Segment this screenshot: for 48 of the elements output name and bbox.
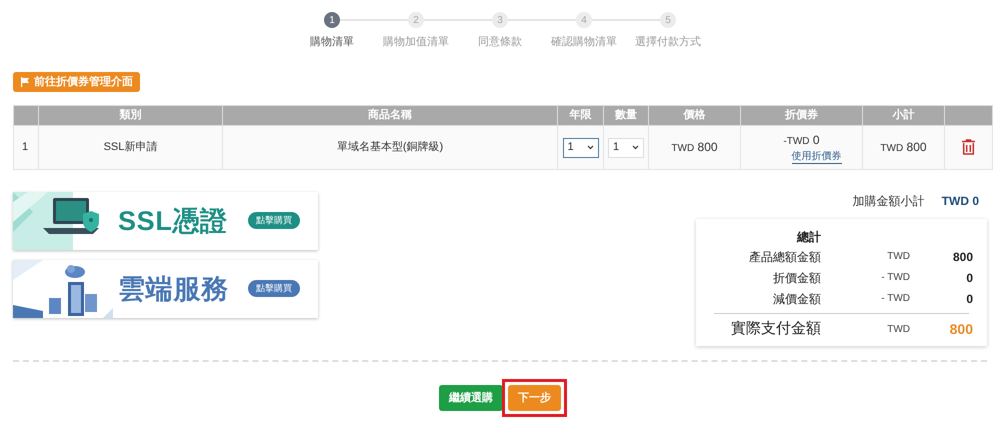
- trash-icon[interactable]: [962, 139, 975, 156]
- coupon-amount: -TWD 0: [782, 134, 821, 148]
- subtotal-text: TWD 800: [880, 140, 927, 154]
- continue-shopping-button[interactable]: 繼續選購: [439, 385, 503, 411]
- caret-icon: [586, 145, 594, 150]
- column-header: [14, 106, 38, 126]
- column-header: 折價券: [740, 106, 862, 126]
- summary-value: 0: [965, 290, 974, 308]
- select-field[interactable]: 1: [562, 138, 598, 158]
- next-button[interactable]: 下一步: [508, 385, 561, 412]
- buy-button[interactable]: 點擊購買: [248, 280, 300, 297]
- banner-card[interactable]: 雲端服務 點擊購買: [13, 260, 318, 318]
- addon-subtotal-label: 加購金額小計: [852, 193, 925, 210]
- summary-value: 800: [952, 248, 974, 266]
- currency-text: TWD: [886, 250, 910, 264]
- summary-label: 產品總額金額: [748, 248, 821, 266]
- coupon-manage-button[interactable]: 前往折價券管理介面: [13, 72, 140, 92]
- summary-value: 0: [965, 270, 974, 286]
- summary-label: 折價金額: [772, 270, 821, 286]
- summary-value: 800: [948, 320, 974, 338]
- column-header: 商品名稱: [222, 106, 558, 126]
- column-header: 類別: [38, 106, 222, 126]
- table-cell: 1: [14, 126, 38, 170]
- caret-icon: [632, 145, 639, 150]
- step-label: 購物加值清單: [383, 35, 449, 50]
- summary-label: 減價金額: [772, 290, 821, 308]
- use-coupon-link[interactable]: 使用折價券: [792, 151, 842, 164]
- summary-title: 總計: [796, 229, 821, 246]
- step-label: 選擇付款方式: [635, 34, 701, 50]
- price-text: TWD 800: [671, 140, 718, 154]
- flag-icon: [20, 77, 30, 87]
- table-cell: 單域名基本型(銅牌級): [222, 126, 558, 170]
- step-label: 同意條款: [478, 35, 522, 50]
- currency-text: - TWD: [880, 292, 910, 306]
- currency-text: - TWD: [880, 271, 910, 285]
- banner-card[interactable]: SSL憑證 點擊購買: [13, 192, 318, 250]
- column-header: 價格: [648, 106, 740, 126]
- buy-button[interactable]: 點擊購買: [248, 212, 300, 229]
- addon-subtotal-value: TWD 0: [942, 193, 979, 210]
- step-label: 確認購物清單: [551, 35, 617, 50]
- table-cell: SSL新申請: [38, 126, 222, 170]
- step-label: 購物清單: [310, 35, 354, 50]
- column-header: 小計: [862, 106, 944, 126]
- banner-title: 雲端服務: [118, 272, 229, 306]
- currency-text: TWD: [886, 322, 910, 336]
- summary-label: 實際支付金額: [730, 318, 821, 339]
- banner-title: SSL憑證: [118, 204, 228, 238]
- select-field[interactable]: 1: [608, 138, 644, 158]
